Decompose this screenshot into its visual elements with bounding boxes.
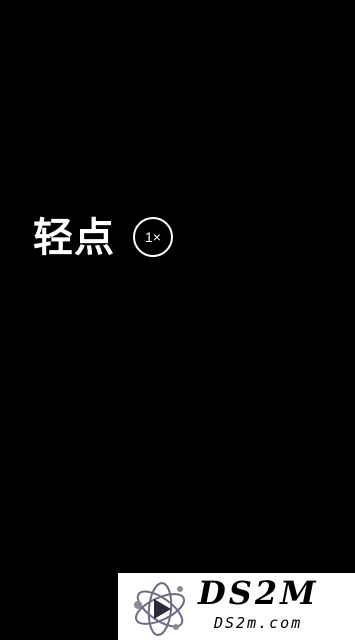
zoom-1x-button[interactable]: 1× <box>133 217 173 257</box>
tap-hint-label: 轻点 <box>33 215 115 261</box>
watermark-url: DS2m.com <box>214 614 303 632</box>
atom-play-logo-icon <box>134 582 186 636</box>
zoom-level-label: 1× <box>145 229 161 245</box>
watermark: DS2M DS2m.com <box>118 573 355 640</box>
camera-screen: 轻点 1× <box>0 0 355 640</box>
watermark-title: DS2M <box>198 574 319 612</box>
